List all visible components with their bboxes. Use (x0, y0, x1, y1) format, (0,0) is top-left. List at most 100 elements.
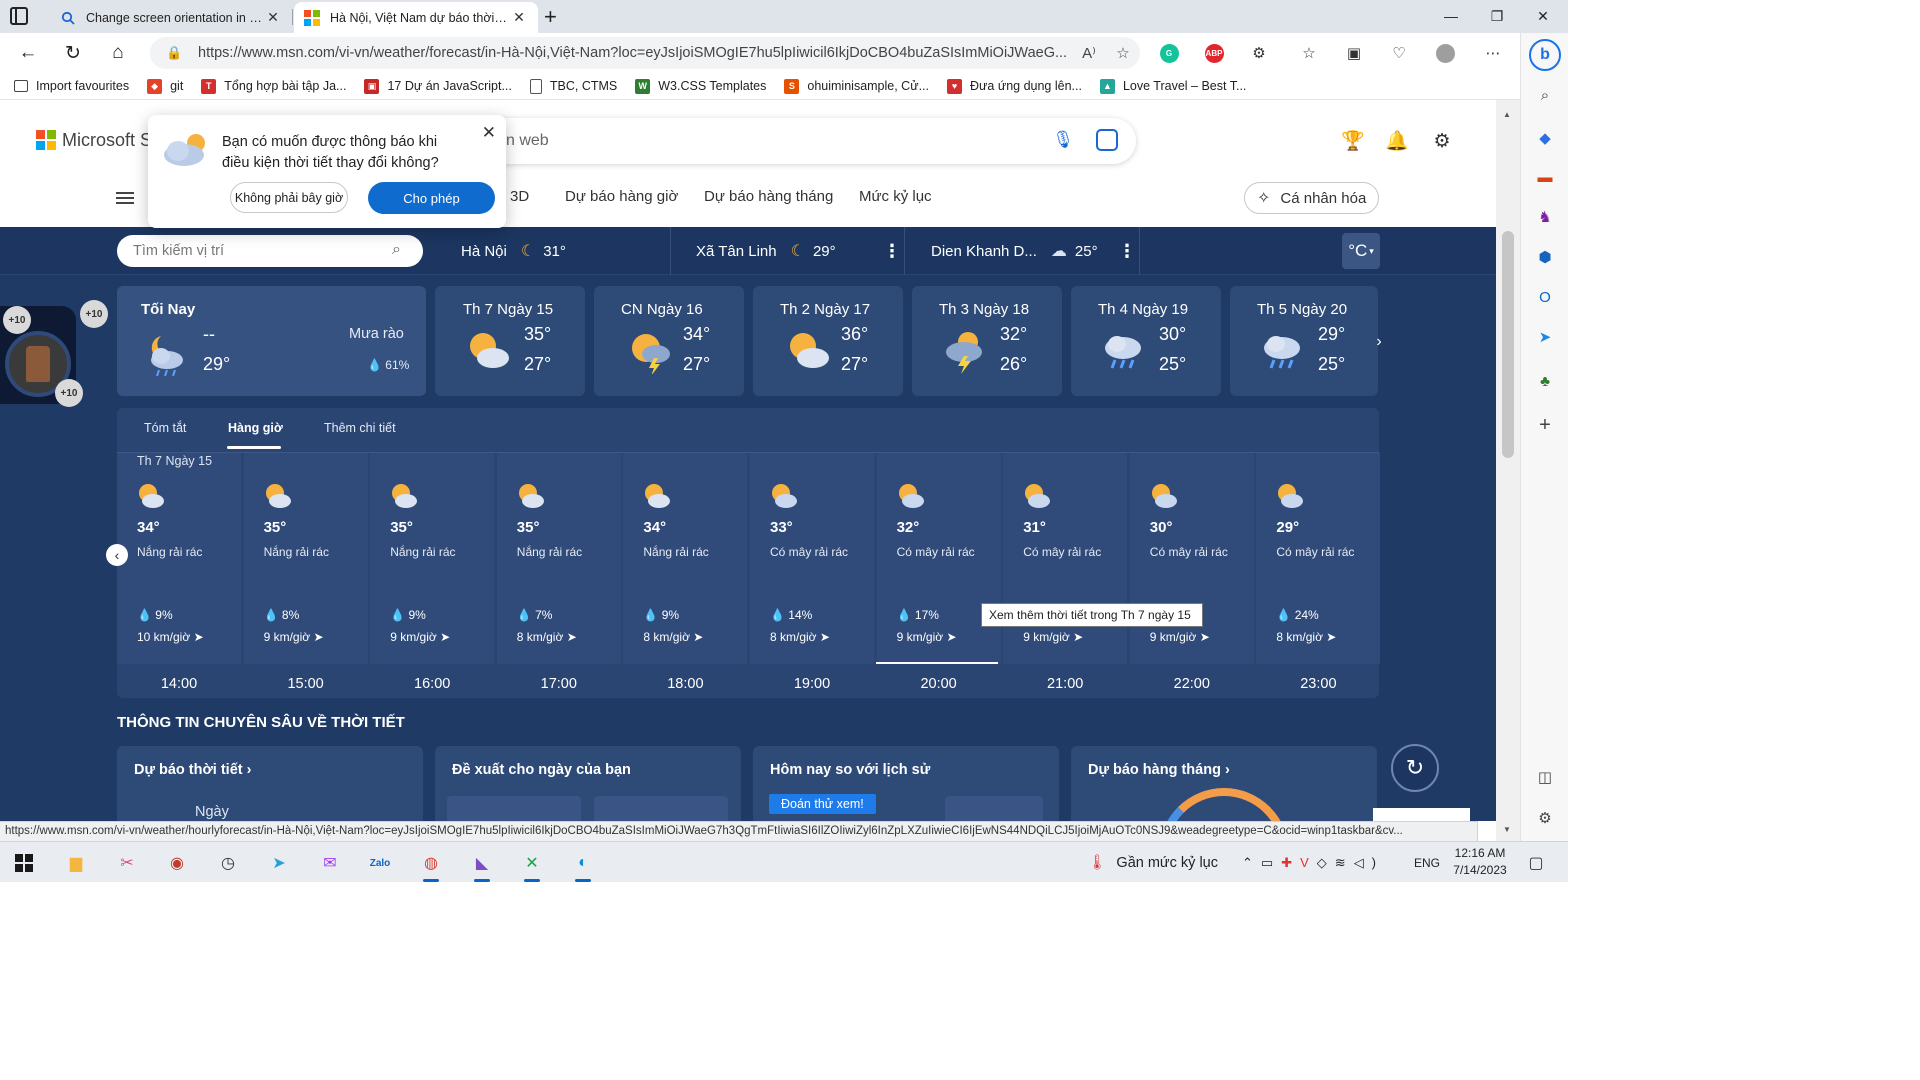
file-explorer-icon[interactable]: ▆ (62, 849, 90, 877)
chevron-right-icon[interactable]: › (1368, 331, 1390, 353)
page-scrollbar[interactable]: ▲ ▼ (1496, 100, 1520, 841)
hour-time[interactable]: 21:00 (1003, 676, 1127, 692)
microsoft-logo-icon[interactable] (36, 130, 56, 150)
settings-gear-icon[interactable]: ⚙ (1533, 806, 1557, 830)
search-icon[interactable]: ⌕ (1533, 83, 1557, 107)
forecast-card-day-1[interactable]: Th 7 Ngày 15 35° 27° (435, 286, 585, 396)
browser-tab-1[interactable]: Change screen orientation in Wir ✕ (50, 2, 292, 33)
bookmark-2[interactable]: T Tổng hợp bài tập Ja... (201, 78, 346, 94)
forecast-card-tonight[interactable]: Tối Nay -- 29° Mưa rào 💧 61% (117, 286, 426, 396)
hour-time[interactable]: 22:00 (1130, 676, 1254, 692)
url-field[interactable]: 🔒 https://www.msn.com/vi-vn/weather/fore… (150, 37, 1140, 69)
add-icon[interactable]: + (1533, 413, 1557, 437)
tools-icon[interactable]: ⬢ (1533, 245, 1557, 269)
nav-3d[interactable]: 3D (510, 188, 529, 205)
favorite-star-icon[interactable]: ☆ (1106, 44, 1140, 62)
games-icon[interactable]: ♞ (1533, 205, 1557, 229)
outlook-icon[interactable]: O (1533, 285, 1557, 309)
nav-records[interactable]: Mức kỷ lục (859, 188, 932, 205)
more-options-icon[interactable]: ⋯ (1480, 41, 1506, 65)
windows-start-icon[interactable] (10, 849, 38, 877)
network-icon[interactable]: ◇ (1317, 855, 1335, 871)
hour-time[interactable]: 16:00 (370, 676, 494, 692)
notification-center-icon[interactable]: ▢ (1522, 849, 1550, 877)
microphone-icon[interactable]: 🎙 (1052, 130, 1074, 150)
temperature-unit-dropdown[interactable]: °C ▾ (1342, 233, 1380, 269)
zalo-icon[interactable]: Zalo (366, 849, 394, 877)
not-now-button[interactable]: Không phải bây giờ (230, 182, 348, 213)
close-tab-icon[interactable]: ✕ (264, 9, 282, 26)
refresh-button[interactable]: ↻ (58, 39, 88, 67)
tab-actions-icon[interactable] (10, 7, 28, 25)
refresh-icon[interactable]: ↻ (1391, 744, 1439, 792)
close-icon[interactable]: ✕ (482, 123, 496, 143)
bookmark-import-favourites[interactable]: Import favourites (14, 79, 129, 93)
nav-hourly-forecast[interactable]: Dự báo hàng giờ (565, 188, 678, 205)
hourly-column[interactable]: 35° Nắng rải rác 💧 9% 9 km/giờ ➤ (370, 453, 495, 664)
hour-time[interactable]: 14:00 (117, 676, 241, 692)
battery-icon[interactable]: ▭ (1261, 855, 1281, 871)
profile-avatar[interactable] (1432, 41, 1458, 65)
hamburger-menu-icon[interactable] (116, 192, 134, 204)
hourly-column[interactable]: 30°Có mây rải rác💧 9 km/giờ ➤ (1129, 453, 1254, 664)
media-player-icon[interactable]: ◉ (163, 849, 191, 877)
bookmark-git[interactable]: ◆ git (147, 78, 183, 94)
personalize-button[interactable]: ✧ Cá nhân hóa (1244, 182, 1379, 214)
city-tan-linh[interactable]: Xã Tân Linh ☾ 29° (682, 227, 836, 275)
chrome-icon[interactable]: ◍ (417, 849, 445, 882)
hour-time[interactable]: 15:00 (244, 676, 368, 692)
bookmark-5[interactable]: W W3.CSS Templates (635, 78, 766, 94)
split-screen-icon[interactable]: ◫ (1533, 765, 1557, 789)
tab-more-details[interactable]: Thêm chi tiết (324, 421, 396, 435)
messenger-icon[interactable]: ✉ (316, 849, 344, 877)
settings-gear-icon[interactable]: ⚙ (1429, 128, 1455, 154)
forecast-card-day-6[interactable]: Th 5 Ngày 20 29° 25° (1230, 286, 1378, 396)
insight-card-suggestions[interactable]: Đề xuất cho ngày của bạn (435, 746, 741, 821)
shopping-icon[interactable]: ▬ (1533, 165, 1557, 189)
hour-time[interactable]: 19:00 (750, 676, 874, 692)
excel-icon[interactable]: ✕ (518, 849, 546, 882)
bookmark-7[interactable]: ♥ Đưa ứng dụng lên... (947, 78, 1082, 94)
close-tab-icon[interactable]: ✕ (510, 9, 528, 26)
telegram-icon[interactable]: ➤ (265, 849, 293, 877)
hourly-column[interactable]: 35° Nắng rải rác 💧 7% 8 km/giờ ➤ (496, 453, 621, 664)
insight-card-history[interactable]: Hôm nay so với lịch sử Đoán thử xem! (753, 746, 1059, 821)
nav-monthly-forecast[interactable]: Dự báo hàng tháng (704, 188, 833, 205)
antivirus-icon[interactable]: V (1300, 855, 1317, 870)
language-indicator[interactable]: ENG (1414, 842, 1440, 883)
forecast-card-day-5[interactable]: Th 4 Ngày 19 30° 25° (1071, 286, 1221, 396)
hourly-column[interactable]: 34° Nắng rải rác 💧 9% 8 km/giờ ➤ (623, 453, 748, 664)
forecast-card-day-4[interactable]: Th 3 Ngày 18 32° 26° (912, 286, 1062, 396)
feedback-tab[interactable] (1373, 808, 1470, 821)
wifi-icon[interactable]: ≋ (1335, 855, 1354, 871)
city-options-icon[interactable]: ⋮ (1118, 241, 1136, 262)
hourly-column[interactable]: 34° Nắng rải rác 💧 9% 10 km/giờ ➤ (117, 453, 241, 664)
brand-name[interactable]: Microsoft St (62, 130, 157, 151)
home-button[interactable]: ⌂ (103, 39, 133, 67)
tag-icon[interactable]: ◆ (1533, 126, 1557, 150)
read-aloud-icon[interactable]: A⁾ (1072, 44, 1106, 62)
hour-time[interactable]: 18:00 (623, 676, 747, 692)
clock[interactable]: 12:16 AM 7/14/2023 (1442, 845, 1518, 879)
scroll-down-icon[interactable]: ▼ (1503, 825, 1511, 834)
tree-icon[interactable]: ♣ (1533, 369, 1557, 393)
scroll-up-icon[interactable]: ▲ (1503, 110, 1511, 119)
hourly-column[interactable]: 29° Có mây rải rác 💧 24% 8 km/giờ ➤ (1256, 453, 1381, 664)
window-close-button[interactable]: ✕ (1520, 0, 1566, 32)
hourly-column[interactable]: 32° Có mây rải rác 💧 17% 9 km/giờ ➤ (876, 453, 1001, 664)
hour-time[interactable]: 23:00 (1256, 676, 1380, 692)
adblock-icon[interactable]: ABP (1201, 41, 1227, 65)
browser-essentials-icon[interactable]: ♡ (1386, 41, 1412, 65)
weather-widget[interactable]: 🌡 Gần mức kỷ lục (1088, 842, 1218, 883)
snipping-tool-icon[interactable]: ✂ (113, 849, 141, 877)
visual-search-icon[interactable] (1096, 129, 1118, 151)
notifications-bell-icon[interactable]: 🔔 (1384, 128, 1410, 154)
visual-studio-icon[interactable]: ◣ (468, 849, 496, 882)
guess-button[interactable]: Đoán thử xem! (769, 794, 876, 814)
bookmark-8[interactable]: ▲ Love Travel – Best T... (1099, 78, 1246, 94)
search-icon[interactable]: ⌕ (392, 241, 401, 259)
bookmark-4[interactable]: TBC, CTMS (529, 78, 617, 94)
edge-icon[interactable]: ◐ (569, 849, 597, 882)
new-tab-button[interactable]: + (544, 4, 557, 30)
tab-hourly[interactable]: Hàng giờ (228, 421, 283, 435)
